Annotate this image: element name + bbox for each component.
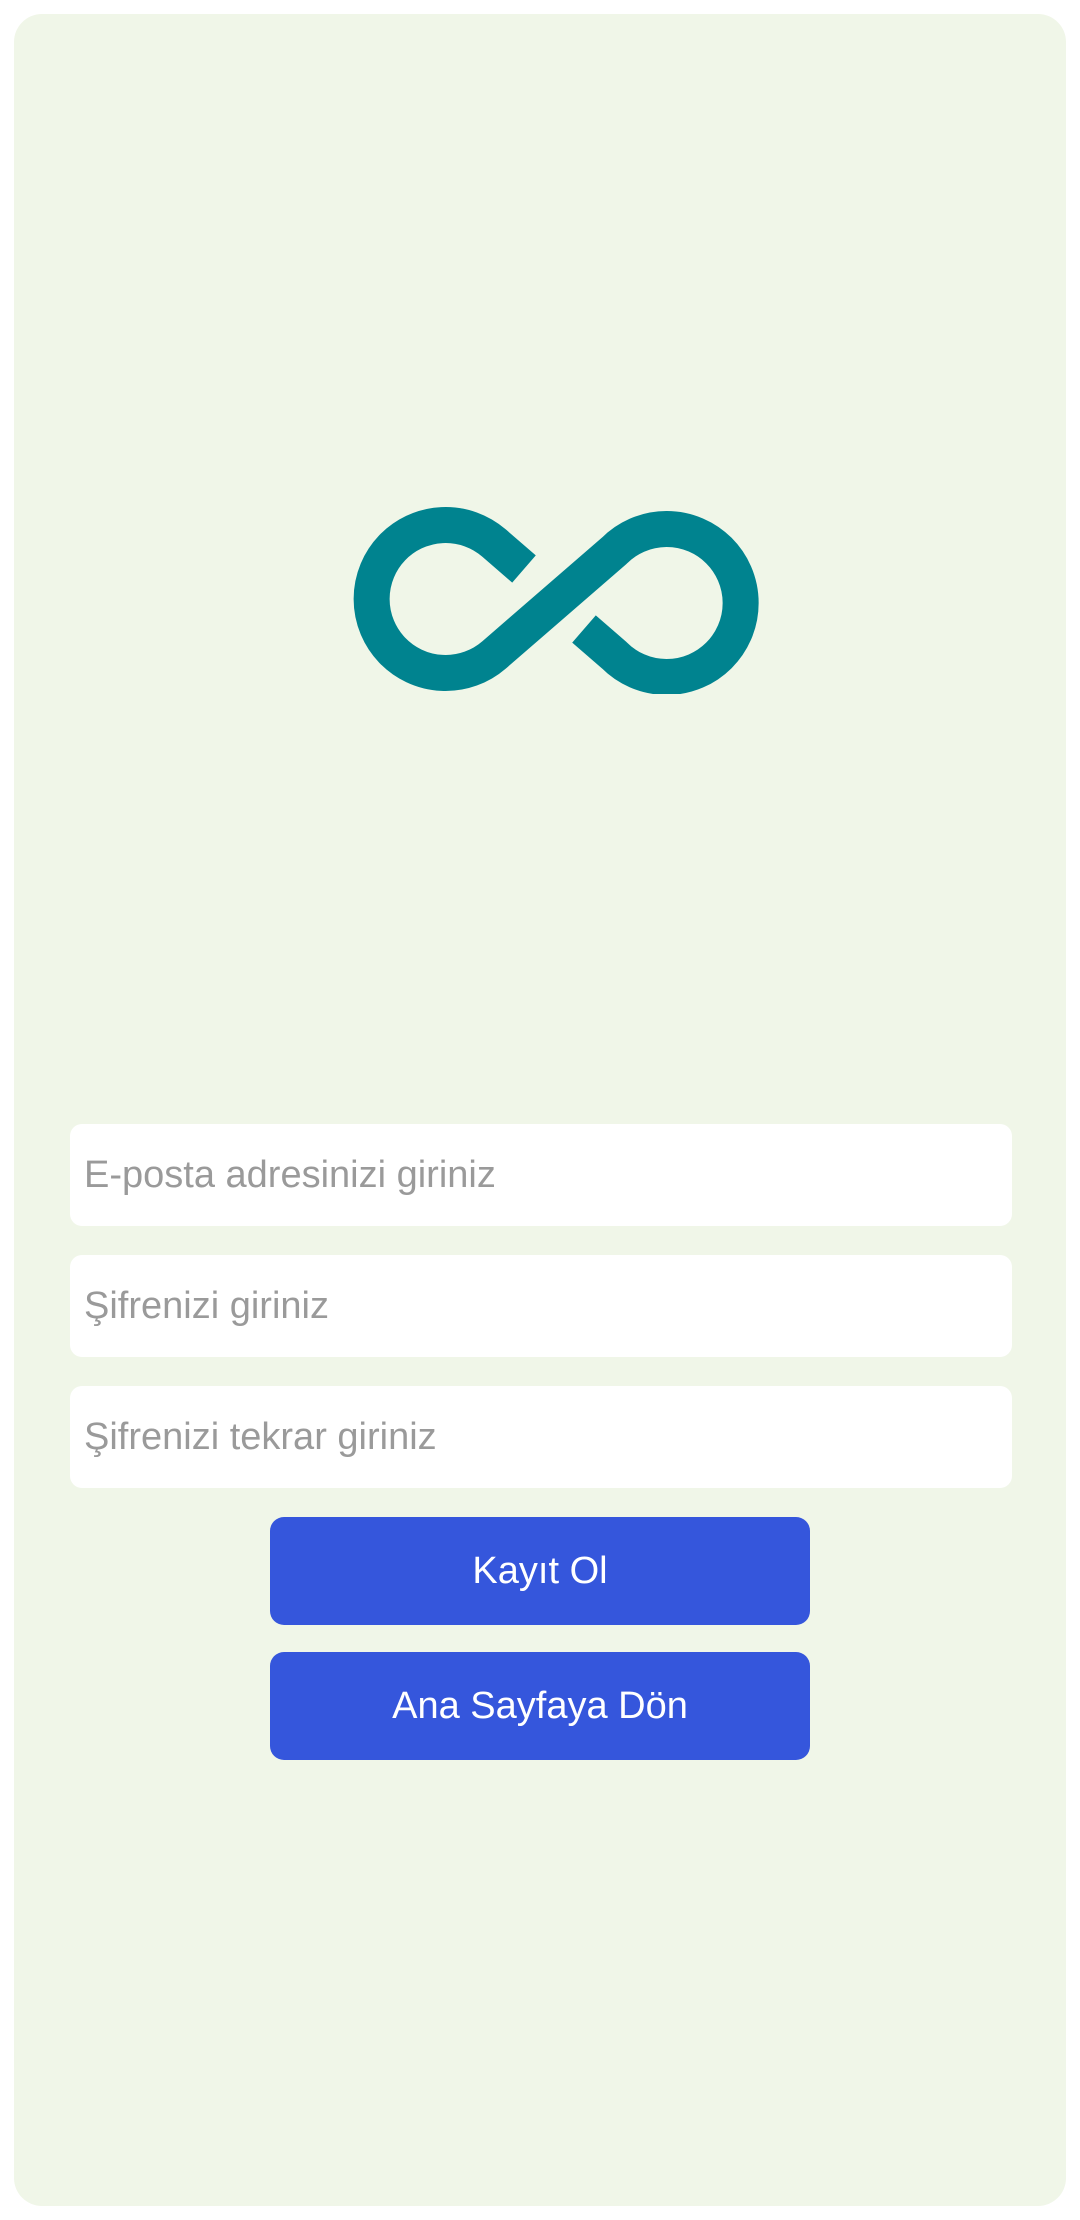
app-logo [334,474,774,695]
infinity-icon [353,507,759,695]
email-field[interactable] [70,1124,1012,1226]
email-input[interactable] [70,1124,1012,1226]
password-field[interactable] [70,1255,1012,1357]
back-to-home-button-label: Ana Sayfaya Dön [392,1684,688,1727]
register-button[interactable]: Kayıt Ol [270,1517,810,1625]
password-repeat-field[interactable] [70,1386,1012,1488]
register-button-label: Kayıt Ol [472,1549,608,1592]
password-repeat-input[interactable] [70,1386,1012,1488]
password-input[interactable] [70,1255,1012,1357]
register-screen: Kayıt Ol Ana Sayfaya Dön [14,14,1066,2206]
back-to-home-button[interactable]: Ana Sayfaya Dön [270,1652,810,1760]
